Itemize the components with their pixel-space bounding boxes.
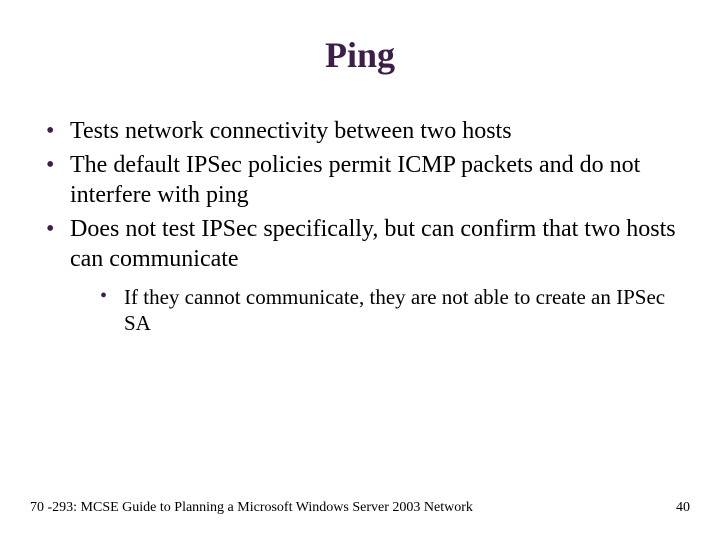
- bullet-text: Tests network connectivity between two h…: [70, 118, 512, 144]
- sub-bullet-list: If they cannot communicate, they are not…: [70, 284, 680, 337]
- bullet-text: The default IPSec policies permit ICMP p…: [70, 152, 640, 208]
- list-item: Does not test IPSec specifically, but ca…: [40, 214, 680, 337]
- list-item: Tests network connectivity between two h…: [40, 116, 680, 146]
- list-item: If they cannot communicate, they are not…: [94, 284, 680, 337]
- footer: 70 -293: MCSE Guide to Planning a Micros…: [30, 500, 690, 516]
- bullet-text: Does not test IPSec specifically, but ca…: [70, 216, 676, 272]
- slide: Ping Tests network connectivity between …: [0, 0, 720, 540]
- content: Tests network connectivity between two h…: [40, 116, 680, 337]
- footer-left: 70 -293: MCSE Guide to Planning a Micros…: [30, 500, 473, 516]
- bullet-text: If they cannot communicate, they are not…: [124, 285, 665, 335]
- footer-page-number: 40: [676, 500, 690, 516]
- page-title: Ping: [40, 34, 680, 76]
- list-item: The default IPSec policies permit ICMP p…: [40, 150, 680, 210]
- bullet-list: Tests network connectivity between two h…: [40, 116, 680, 337]
